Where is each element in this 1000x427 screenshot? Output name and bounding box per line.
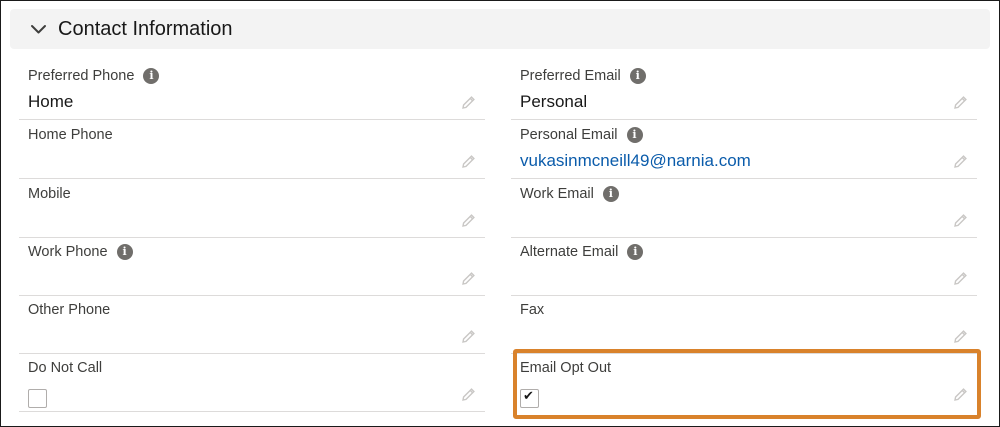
field-alternate-email: Alternate Email i xyxy=(511,237,977,296)
edit-pencil-icon[interactable] xyxy=(952,212,969,229)
field-label: Home Phone xyxy=(28,127,113,143)
field-value: Home xyxy=(28,92,74,111)
field-work-email: Work Email i xyxy=(511,179,977,238)
edit-pencil-icon[interactable] xyxy=(952,270,969,287)
field-preferred-phone: Preferred Phone i Home xyxy=(19,61,485,120)
personal-email-link[interactable]: vukasinmcneill49@narnia.com xyxy=(520,151,751,171)
edit-pencil-icon[interactable] xyxy=(460,153,477,170)
field-label: Do Not Call xyxy=(28,360,103,376)
edit-pencil-icon[interactable] xyxy=(460,94,477,111)
field-label: Email Opt Out xyxy=(520,360,612,376)
info-icon[interactable]: i xyxy=(143,68,160,84)
email-opt-out-checkbox[interactable]: ✔ xyxy=(520,389,539,408)
field-label: Preferred Phone i xyxy=(28,68,160,84)
field-label: Personal Email i xyxy=(520,127,643,143)
field-personal-email: Personal Email i vukasinmcneill49@narnia.… xyxy=(511,120,977,179)
edit-pencil-icon[interactable] xyxy=(952,153,969,170)
record-detail-panel: Contact Information Preferred Phone i Hom… xyxy=(0,0,1000,427)
field-preferred-email: Preferred Email i Personal xyxy=(511,61,977,120)
field-mobile: Mobile xyxy=(19,179,485,238)
field-work-phone: Work Phone i xyxy=(19,237,485,296)
field-label: Other Phone xyxy=(28,302,111,318)
edit-pencil-icon[interactable] xyxy=(460,212,477,229)
field-label: Alternate Email i xyxy=(520,244,644,260)
field-do-not-call: Do Not Call xyxy=(19,353,485,412)
chevron-down-icon[interactable] xyxy=(30,21,47,38)
edit-pencil-icon[interactable] xyxy=(460,328,477,345)
do-not-call-checkbox[interactable] xyxy=(28,389,47,408)
field-label: Fax xyxy=(520,302,545,318)
edit-pencil-icon[interactable] xyxy=(952,94,969,111)
info-icon[interactable]: i xyxy=(629,68,646,84)
field-fax: Fax xyxy=(511,295,977,354)
field-other-phone: Other Phone xyxy=(19,295,485,354)
section-title: Contact Information xyxy=(58,18,233,40)
info-icon[interactable]: i xyxy=(626,127,643,143)
info-icon[interactable]: i xyxy=(602,186,619,202)
section-header[interactable]: Contact Information xyxy=(10,9,990,49)
edit-pencil-icon[interactable] xyxy=(952,328,969,345)
field-label: Work Email i xyxy=(520,186,619,202)
edit-pencil-icon[interactable] xyxy=(460,386,477,403)
info-icon[interactable]: i xyxy=(627,244,644,260)
checkmark-icon: ✔ xyxy=(523,389,534,404)
field-email-opt-out: Email Opt Out ✔ xyxy=(511,353,977,411)
field-label: Work Phone i xyxy=(28,244,133,260)
field-label: Preferred Email i xyxy=(520,68,646,84)
field-home-phone: Home Phone xyxy=(19,120,485,179)
info-icon[interactable]: i xyxy=(116,244,133,260)
edit-pencil-icon[interactable] xyxy=(952,386,969,403)
edit-pencil-icon[interactable] xyxy=(460,270,477,287)
field-label: Mobile xyxy=(28,186,71,202)
field-value: Personal xyxy=(520,92,588,111)
